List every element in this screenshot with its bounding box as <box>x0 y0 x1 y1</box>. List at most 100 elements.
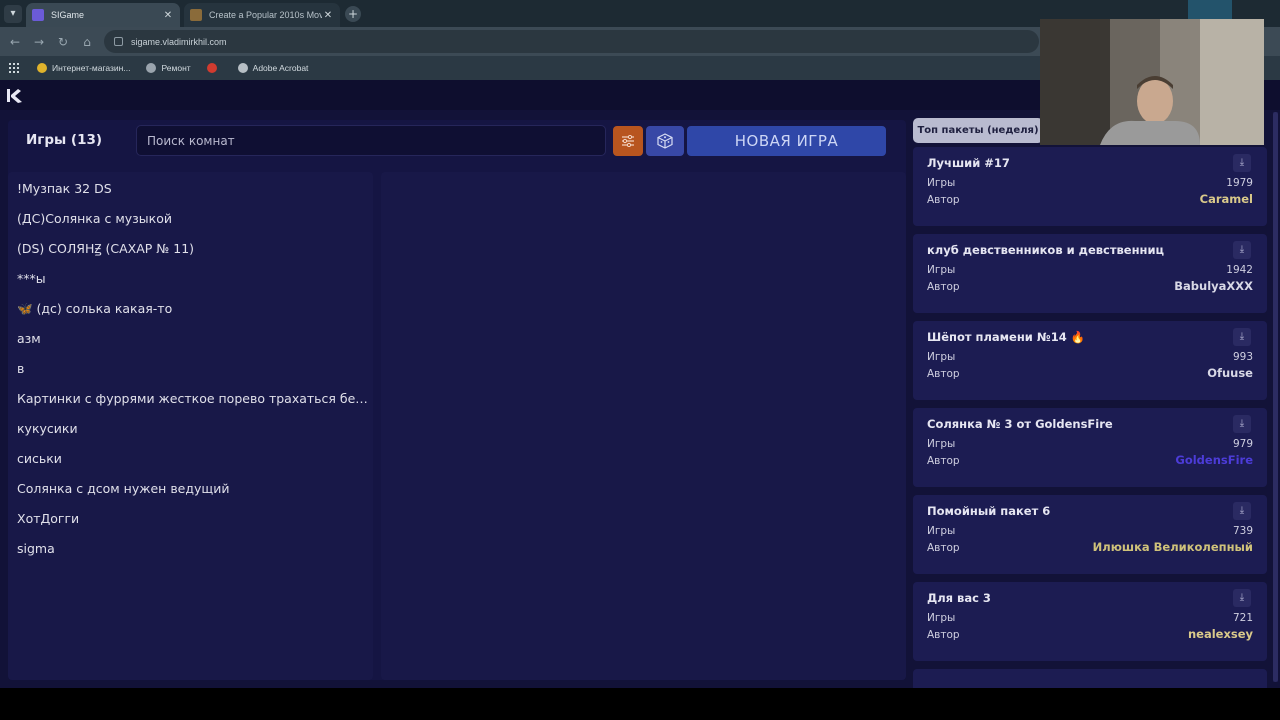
address-bar[interactable]: sigame.vladimirkhil.com <box>104 30 1039 53</box>
author-name[interactable]: BabulyaXXX <box>1174 279 1253 293</box>
games-header: Игры (13) НОВАЯ ИГРА <box>8 120 906 164</box>
games-label: Игры <box>927 612 956 624</box>
home-icon[interactable]: ⌂ <box>79 34 95 50</box>
package-title: Солянка № 3 от GoldensFire <box>927 417 1113 431</box>
author-label: Автор <box>927 629 960 641</box>
sigame-site: Игры (13) НОВАЯ ИГРА !Музпак 32 DS (ДС)С… <box>0 80 1280 688</box>
room-search-input[interactable] <box>136 125 606 156</box>
author-label: Автор <box>927 281 960 293</box>
bookmark-yandex[interactable] <box>206 63 222 73</box>
filter-settings-button[interactable] <box>613 126 643 156</box>
minimize-window-button[interactable] <box>1188 0 1232 20</box>
package-title: Лучший #17 <box>927 156 1010 170</box>
game-room-item[interactable]: кукусики <box>8 414 373 444</box>
download-icon[interactable]: ⤓ <box>1233 328 1251 346</box>
package-card[interactable]: Шёпот пламени №14 🔥 ⤓ Игры 993 Автор Ofu… <box>913 321 1267 400</box>
package-card[interactable]: клуб девственников и девственниц ⤓ Игры … <box>913 234 1267 313</box>
download-icon[interactable]: ⤓ <box>1233 502 1251 520</box>
bookmark-label: Интернет-магазин... <box>52 63 131 73</box>
top-packages-week-tab[interactable]: Топ пакеты (неделя) <box>913 118 1043 143</box>
tab-title: Create a Popular 2010s Movies <box>209 10 322 20</box>
download-icon[interactable]: ⤓ <box>1233 589 1251 607</box>
top-packages-panel: Топ пакеты (неделя) Лучший #17 ⤓ Игры 19… <box>913 117 1269 688</box>
author-label: Автор <box>927 194 960 206</box>
package-card[interactable]: Помойный пакет 6 ⤓ Игры 739 Автор Илюшка… <box>913 495 1267 574</box>
package-card[interactable]: Лучший #17 ⤓ Игры 1979 Автор Caramel <box>913 147 1267 226</box>
random-game-button[interactable] <box>646 126 684 156</box>
dice-icon <box>657 133 673 149</box>
author-name[interactable]: Илюшка Великолепный <box>1093 540 1253 554</box>
reload-icon[interactable]: ↻ <box>55 34 71 50</box>
webcam-overlay <box>1040 19 1264 145</box>
author-label: Автор <box>927 455 960 467</box>
game-room-item[interactable]: sigma <box>8 534 373 564</box>
apps-grid-icon[interactable] <box>9 63 19 73</box>
games-label: Игры <box>927 438 956 450</box>
games-count: 979 <box>1232 438 1253 450</box>
download-icon[interactable]: ⤓ <box>1233 154 1251 172</box>
shop-favicon-icon <box>37 63 47 73</box>
new-game-button[interactable]: НОВАЯ ИГРА <box>687 126 886 156</box>
sigame-favicon-icon <box>32 9 44 21</box>
game-room-item[interactable]: Солянка с дсом нужен ведущий <box>8 474 373 504</box>
screen: ▾ SIGame ✕ Create a Popular 2010s Movies… <box>0 0 1280 720</box>
game-room-item[interactable]: азм <box>8 324 373 354</box>
games-count: 993 <box>1232 351 1253 363</box>
games-count: 1942 <box>1226 264 1253 276</box>
download-icon[interactable]: ⤓ <box>1233 415 1251 433</box>
tab-close-icon[interactable]: ✕ <box>322 10 334 21</box>
game-room-item[interactable]: 🦋 (дс) солька какая-то <box>8 294 373 324</box>
game-room-item[interactable]: в <box>8 354 373 384</box>
back-arrow-icon[interactable]: ← <box>7 34 23 50</box>
bookmark-shop[interactable]: Интернет-магазин... <box>37 63 130 73</box>
games-count: 721 <box>1232 612 1253 624</box>
package-card[interactable]: Для вас 3 ⤓ Игры 721 Автор nealexsey <box>913 582 1267 661</box>
package-card[interactable] <box>913 669 1267 688</box>
game-room-item[interactable]: (ДС)Солянка с музыкой <box>8 204 373 234</box>
new-tab-plus-icon[interactable]: + <box>345 6 361 22</box>
game-room-item[interactable]: сиськи <box>8 444 373 474</box>
tab-close-icon[interactable]: ✕ <box>162 10 174 21</box>
game-room-item[interactable]: !Музпак 32 DS <box>8 174 373 204</box>
author-name[interactable]: nealexsey <box>1188 627 1253 641</box>
repair-favicon-icon <box>146 63 157 73</box>
games-label: Игры <box>927 264 956 276</box>
games-label: Игры <box>927 351 956 363</box>
author-name[interactable]: Ofuuse <box>1207 366 1253 380</box>
tab-search-menu-icon[interactable]: ▾ <box>4 5 22 23</box>
games-count: 1979 <box>1226 177 1253 189</box>
bookmark-adobe-acrobat[interactable]: Adobe Acrobat <box>237 63 309 73</box>
author-name[interactable]: GoldensFire <box>1175 453 1253 467</box>
package-title: клуб девственников и девственниц <box>927 243 1165 257</box>
top-packages-scrollbar[interactable] <box>1273 112 1278 682</box>
author-label: Автор <box>927 542 960 554</box>
games-count: 739 <box>1232 525 1253 537</box>
game-details-panel <box>381 172 906 680</box>
package-title: Для вас 3 <box>927 591 991 605</box>
bookmark-repair[interactable]: Ремонт <box>146 63 191 73</box>
package-title: Шёпот пламени №14 🔥 <box>927 330 1086 344</box>
scrollbar-thumb[interactable] <box>1273 112 1278 682</box>
game-room-item[interactable]: (DS) СОЛЯНꙂ (САХАР № 11) <box>8 234 373 264</box>
author-name[interactable]: Caramel <box>1200 192 1253 206</box>
sigame-logo-icon[interactable] <box>6 87 24 104</box>
sliders-icon <box>622 135 634 147</box>
tab-title: SIGame <box>51 10 85 20</box>
webcam-video-image <box>1040 19 1264 145</box>
site-info-icon[interactable] <box>114 37 123 46</box>
games-label: Игры <box>927 525 956 537</box>
tab-sigame[interactable]: SIGame ✕ <box>26 3 180 27</box>
tab-create-movies[interactable]: Create a Popular 2010s Movies ✕ <box>184 3 340 27</box>
forward-arrow-icon[interactable]: → <box>31 34 47 50</box>
games-list: !Музпак 32 DS (ДС)Солянка с музыкой (DS)… <box>8 172 373 680</box>
author-label: Автор <box>927 368 960 380</box>
download-icon[interactable]: ⤓ <box>1233 241 1251 259</box>
game-room-item[interactable]: Картинки с фуррями жесткое порево трахат… <box>8 384 373 414</box>
game-room-item[interactable]: ХотДогги <box>8 504 373 534</box>
bookmark-label: Adobe Acrobat <box>252 63 309 73</box>
acrobat-favicon-icon <box>237 63 248 73</box>
package-card[interactable]: Солянка № 3 от GoldensFire ⤓ Игры 979 Ав… <box>913 408 1267 487</box>
game-room-item[interactable]: ***ы <box>8 264 373 294</box>
bookmark-label: Ремонт <box>161 63 191 73</box>
document-favicon-icon <box>190 9 202 21</box>
